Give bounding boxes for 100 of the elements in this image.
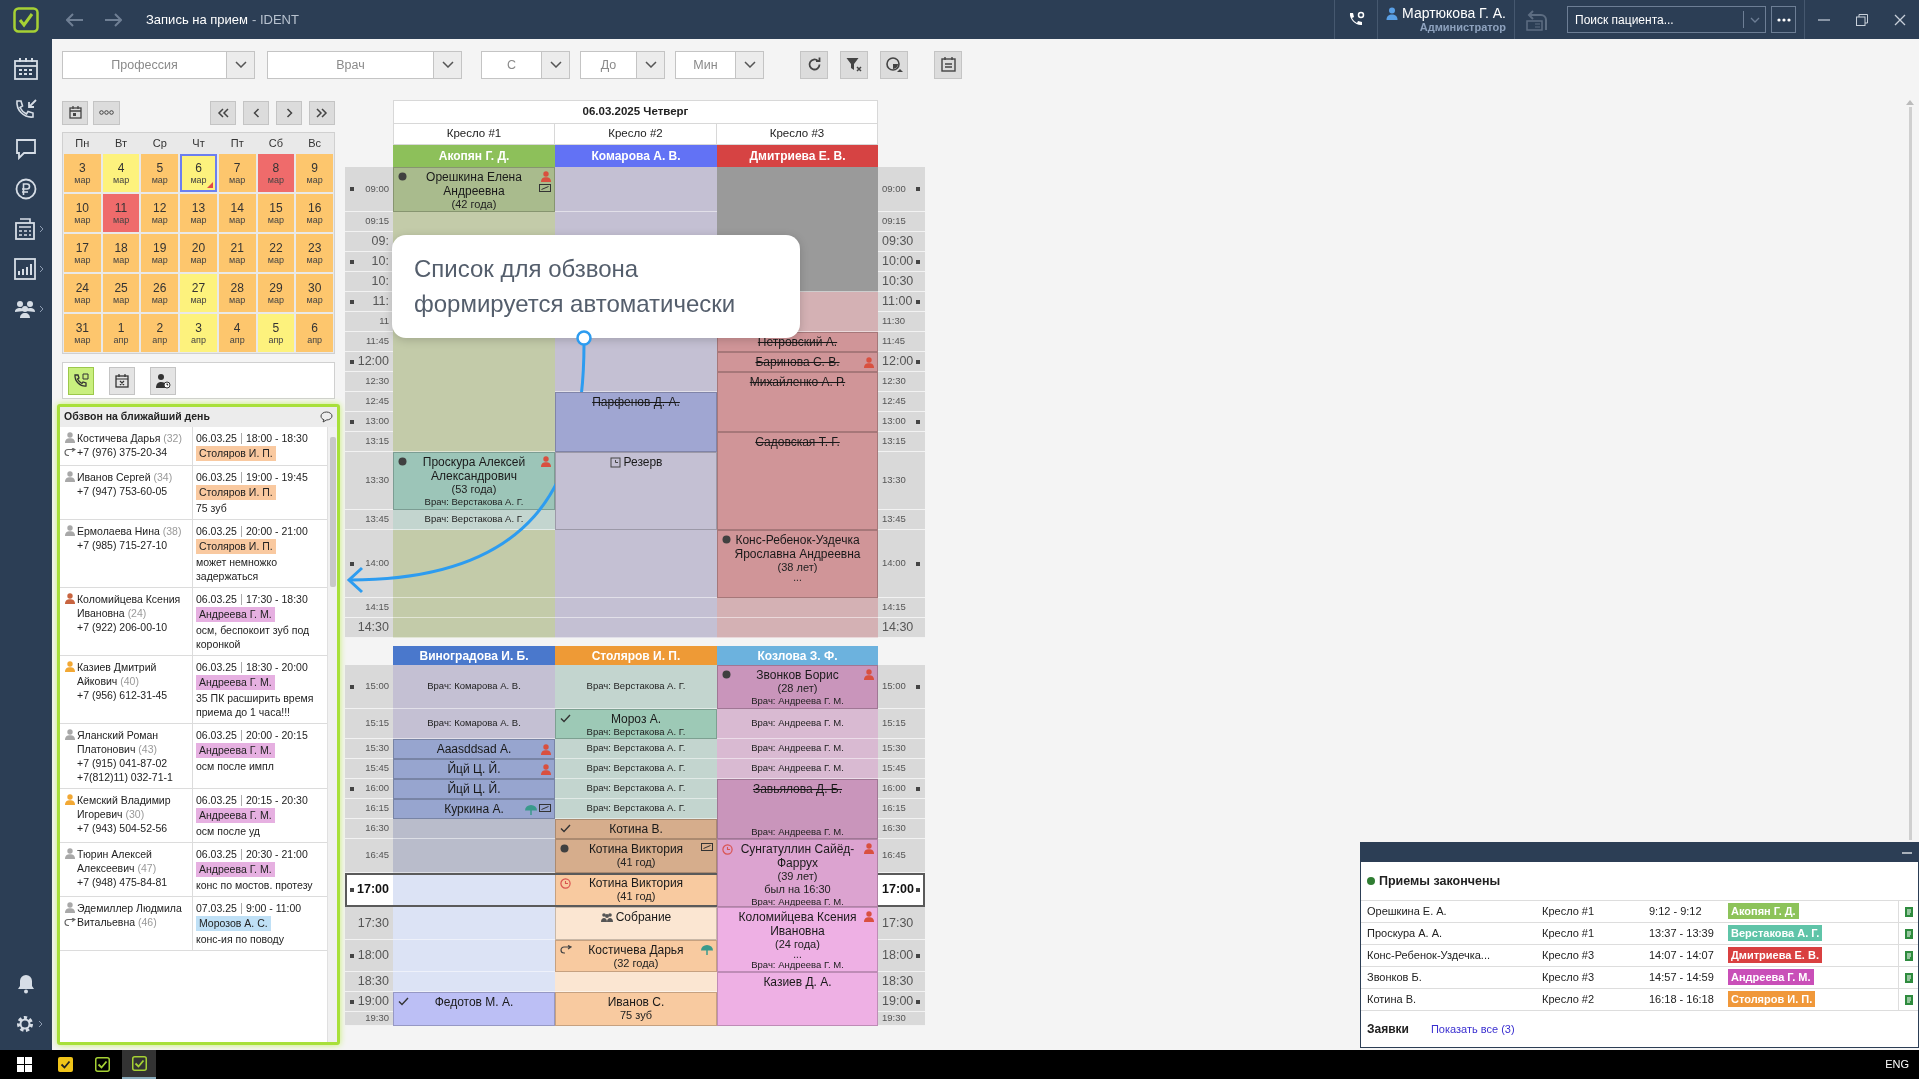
doctor-tag: Андреева Г. М. — [196, 808, 275, 823]
doctor-tag: Морозов А. С. — [196, 916, 271, 931]
time-label: 10: — [371, 273, 389, 291]
appointment-time: 9:12 - 9:12 — [1649, 904, 1703, 920]
window-title: Запись на прием — [146, 10, 248, 29]
time-label: 15:15 — [365, 716, 389, 731]
doctor-tag: Андреева Г. М. — [196, 607, 275, 622]
weekday-label: Пт — [229, 135, 245, 151]
date-header: 06.03.2025 Четверг — [393, 100, 878, 124]
appointment-date: 06.03.25 — [196, 431, 237, 445]
chair-header: Кресло #1 — [393, 124, 555, 145]
patient-age: (42 года) — [451, 198, 497, 211]
time-label: 12:00 — [357, 353, 389, 371]
time-label: 09:15 — [882, 214, 906, 229]
appointment-note: 75 зуб — [619, 1009, 653, 1022]
appointment-note: 75 зуб — [196, 501, 227, 515]
weekday-label: Пн — [74, 135, 91, 151]
patient-age: (24 года) — [775, 938, 820, 951]
patient-name: Михайленко А. Р. — [749, 375, 846, 389]
time-label: 15:00 — [882, 679, 906, 694]
patient-age: (53 года) — [451, 483, 497, 496]
time-label: 11:45 — [882, 334, 906, 349]
doctor-label: Врач: Комарова А. В. — [427, 679, 521, 694]
chair-name: Кресло #3 — [1542, 948, 1596, 964]
appointment-time: 17:30 - 18:30 — [245, 592, 308, 606]
appointment-note: может немножко задержаться — [196, 555, 279, 583]
weekday-label: Сб — [267, 135, 285, 151]
patient-age: (32 года) — [613, 957, 659, 970]
patient-name: Проскура Алексей Александрович — [421, 455, 527, 483]
time-label: 12:30 — [365, 374, 389, 389]
time-label: 14:15 — [365, 600, 389, 615]
doctor-header: Виноградова И. Б. — [393, 646, 555, 665]
patient-name: Котина Виктория — [588, 842, 684, 856]
time-label: 14:00 — [882, 556, 906, 571]
time-label: 17:30 — [882, 914, 914, 932]
time-label: 09:15 — [365, 214, 389, 229]
weekday-label: Ср — [151, 135, 168, 151]
weekday-label: Чт — [191, 135, 206, 151]
weekday-label: Вт — [114, 135, 129, 151]
time-label: 11:30 — [882, 314, 906, 329]
appointment-time: 13:37 - 13:39 — [1649, 926, 1715, 942]
time-label: 17:30 — [357, 914, 389, 932]
doctor-tag: Верстакова А. Г. — [1728, 925, 1823, 942]
app-name: - IDENT — [252, 10, 299, 29]
chair-name: Кресло #1 — [1542, 926, 1596, 942]
patient-name: Звонков Б. — [1366, 970, 1423, 986]
appointment-date: 06.03.25 — [196, 470, 237, 484]
patient-name: Йцй Ц. Й. — [447, 762, 501, 776]
patient-name: Котина В. — [609, 822, 663, 836]
time-label: 13:15 — [365, 434, 389, 449]
time-label: 15:00 — [365, 679, 389, 694]
time-label: 11: — [372, 293, 389, 311]
time-label: 13:30 — [365, 473, 389, 488]
patient-name: Завьялова Д. Б. — [752, 782, 843, 796]
appointment-note: осм после импл — [196, 759, 274, 773]
time-label: 13:45 — [882, 512, 906, 527]
patient-name: Котина В. — [1366, 992, 1418, 1008]
doctor-header: Столяров И. П. — [555, 646, 717, 665]
appointment-time: 9:00 - 11:00 — [245, 901, 302, 915]
time-label: 16:30 — [882, 821, 906, 836]
patient-name: Орешкина Елена Андреевна — [425, 170, 523, 198]
doctor-label: Врач: Комарова А. В. — [427, 716, 521, 731]
patient-age: (41 год) — [616, 856, 656, 869]
appointment-time: 14:57 - 14:59 — [1649, 970, 1715, 986]
doctor-header: Акопян Г. Д. — [393, 145, 555, 167]
chair-header: Кресло #2 — [555, 124, 717, 145]
time-label: 14:30 — [357, 619, 389, 637]
doctor-label: Врач: Верстакова А. Г. — [424, 496, 524, 508]
patient-age: (39 лет) — [777, 870, 818, 883]
patient-name: Собрание — [615, 910, 672, 924]
doctor-label: Врач: Андреева Г. М. — [751, 959, 844, 971]
time-label: 18:30 — [357, 973, 389, 991]
time-label: 17:00 — [882, 881, 914, 899]
appointment-note: осм после уд — [196, 824, 260, 838]
time-label: 15:30 — [882, 741, 906, 756]
patient-age: (41 год) — [616, 890, 656, 903]
time-label: 16:30 — [365, 821, 389, 836]
patient-name: Йцй Ц. Й. — [447, 782, 501, 796]
time-label: 13:30 — [882, 473, 906, 488]
time-label: 12:45 — [365, 394, 389, 409]
time-label: 16:00 — [365, 781, 389, 796]
doctor-header: Козлова З. Ф. — [717, 646, 878, 665]
patient-name: Парфенов Д. А. — [592, 395, 680, 409]
time-label: 10:30 — [882, 273, 914, 291]
appointment-date: 06.03.25 — [196, 660, 237, 674]
patient-name: Котина Виктория — [588, 876, 684, 890]
doctor-label: Врач: Верстакова А. Г. — [586, 741, 686, 756]
appointment-date: 07.03.25 — [196, 901, 237, 915]
patient-name: Орешкина Е. А. — [1366, 904, 1448, 920]
time-label: 18:00 — [357, 947, 389, 965]
patient-name: Садовская Т. Г. — [755, 435, 840, 449]
weekday-label: Вс — [307, 135, 323, 151]
patient-name: Конс-Ребенок-Уздечка Ярославна Андреевна — [733, 533, 862, 561]
patient-name: Баринова С. В. — [755, 355, 840, 369]
time-label: 18:00 — [882, 947, 914, 965]
patient-name: Куркина А. — [444, 802, 504, 816]
time-label: 09:00 — [365, 181, 389, 196]
appointment-note: осм, беспокоит зуб под коронкой — [196, 623, 311, 651]
appointment-time: 20:00 - 21:00 — [245, 524, 308, 538]
doctor-tag: Андреева Г. М. — [1728, 969, 1814, 986]
